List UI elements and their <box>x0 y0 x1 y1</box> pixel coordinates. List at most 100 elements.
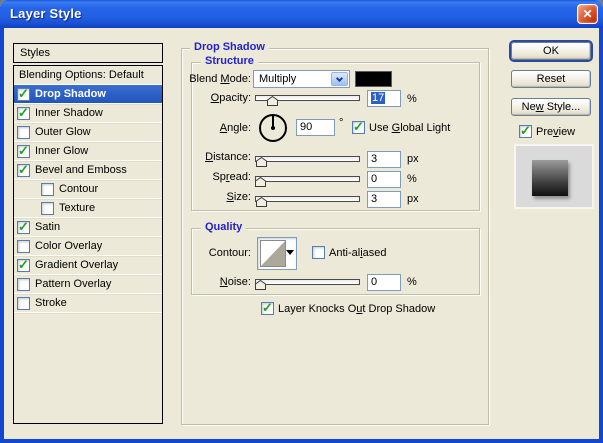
spread-slider-thumb[interactable] <box>255 176 266 187</box>
opacity-input[interactable]: 17 <box>367 90 401 107</box>
check-icon: ✓ <box>18 104 29 120</box>
outer-glow-checkbox[interactable] <box>17 125 30 139</box>
distance-input[interactable]: 3 <box>367 151 401 168</box>
window-border-bottom <box>0 439 603 443</box>
size-slider-thumb[interactable] <box>256 196 267 207</box>
window-title: Layer Style <box>10 6 82 21</box>
drop-shadow-group-label: Drop Shadow <box>190 41 269 53</box>
distance-slider-thumb[interactable] <box>256 156 267 167</box>
structure-group-label: Structure <box>201 55 258 67</box>
preview-label: Preview <box>536 126 576 138</box>
styles-panel-header: Styles <box>13 43 163 63</box>
preview-checkbox[interactable]: ✓ <box>519 123 532 138</box>
size-input[interactable]: 3 <box>367 191 401 208</box>
styles-list: Blending Options: Default ✓ Drop Shadow … <box>13 65 163 424</box>
styles-item-bevel-and-emboss[interactable]: ✓ Bevel and Emboss <box>14 161 162 180</box>
quality-group-label: Quality <box>201 221 247 233</box>
style-preview-swatch <box>532 160 568 196</box>
texture-checkbox[interactable] <box>41 201 54 215</box>
styles-item-pattern-overlay[interactable]: Pattern Overlay <box>14 275 162 294</box>
check-icon: ✓ <box>18 256 29 272</box>
styles-item-inner-shadow[interactable]: ✓ Inner Shadow <box>14 104 162 123</box>
styles-item-satin[interactable]: ✓ Satin <box>14 218 162 237</box>
use-global-light-label: Use Global Light <box>369 122 451 134</box>
stroke-checkbox[interactable] <box>17 296 30 310</box>
angle-unit: ° <box>339 117 344 129</box>
inner-shadow-checkbox[interactable]: ✓ <box>17 104 30 120</box>
blend-mode-select[interactable]: Multiply <box>253 70 350 88</box>
close-button[interactable]: ✕ <box>577 4 598 24</box>
use-global-light-checkbox[interactable]: ✓ <box>352 119 365 134</box>
new-style-button[interactable]: New Style... <box>511 98 591 116</box>
close-icon: ✕ <box>582 7 593 21</box>
color-overlay-checkbox[interactable] <box>17 239 30 253</box>
chevron-down-icon <box>335 74 344 83</box>
ok-button[interactable]: OK <box>511 42 591 60</box>
distance-unit: px <box>407 153 419 165</box>
chevron-down-icon <box>286 250 294 255</box>
anti-aliased-label: Anti-aliased <box>329 247 387 259</box>
noise-input[interactable]: 0 <box>367 274 401 291</box>
contour-thumbnail <box>260 240 286 267</box>
check-icon: ✓ <box>353 119 364 134</box>
noise-slider-track[interactable] <box>255 279 360 285</box>
styles-item-inner-glow[interactable]: ✓ Inner Glow <box>14 142 162 161</box>
anti-aliased-checkbox[interactable] <box>312 246 325 259</box>
drop-shadow-checkbox[interactable]: ✓ <box>17 85 30 101</box>
angle-label: Angle: <box>219 122 251 134</box>
check-icon: ✓ <box>18 161 29 177</box>
contour-picker-label: Contour: <box>208 247 251 259</box>
spread-unit: % <box>407 173 417 185</box>
styles-item-outer-glow[interactable]: Outer Glow <box>14 123 162 142</box>
noise-unit: % <box>407 276 417 288</box>
gradient-overlay-checkbox[interactable]: ✓ <box>17 256 30 272</box>
styles-item-texture[interactable]: Texture <box>14 199 162 218</box>
bevel-emboss-checkbox[interactable]: ✓ <box>17 161 30 177</box>
window-border-left <box>0 28 4 439</box>
styles-item-gradient-overlay[interactable]: ✓ Gradient Overlay <box>14 256 162 275</box>
linear-contour-icon <box>261 241 285 266</box>
check-icon: ✓ <box>520 123 531 138</box>
styles-item-contour[interactable]: Contour <box>14 180 162 199</box>
reset-button[interactable]: Reset <box>511 70 591 88</box>
styles-item-drop-shadow[interactable]: ✓ Drop Shadow <box>14 85 162 104</box>
style-preview <box>516 146 592 207</box>
size-unit: px <box>407 193 419 205</box>
inner-glow-checkbox[interactable]: ✓ <box>17 142 30 158</box>
styles-item-blending-options[interactable]: Blending Options: Default <box>14 66 162 85</box>
blend-mode-label: Blend Mode: <box>189 73 251 85</box>
noise-slider-thumb[interactable] <box>255 279 266 290</box>
styles-item-stroke[interactable]: Stroke <box>14 294 162 313</box>
angle-hub <box>271 126 275 130</box>
shadow-color-swatch[interactable] <box>355 71 392 87</box>
layer-knocks-out-checkbox[interactable]: ✓ <box>261 300 274 315</box>
angle-dial[interactable] <box>259 114 287 142</box>
distance-label: Distance: <box>205 151 251 163</box>
blend-mode-dropdown-button[interactable] <box>331 72 348 86</box>
contour-checkbox[interactable] <box>41 182 54 196</box>
spread-label: Spread: <box>212 171 251 183</box>
opacity-unit: % <box>407 93 417 105</box>
angle-input[interactable]: 90 <box>296 119 335 136</box>
spread-slider-track[interactable] <box>255 176 360 182</box>
check-icon: ✓ <box>18 218 29 234</box>
distance-slider-track[interactable] <box>255 156 360 162</box>
check-icon: ✓ <box>262 300 273 315</box>
pattern-overlay-checkbox[interactable] <box>17 277 30 291</box>
layer-knocks-out-label: Layer Knocks Out Drop Shadow <box>278 303 436 315</box>
styles-item-color-overlay[interactable]: Color Overlay <box>14 237 162 256</box>
spread-input[interactable]: 0 <box>367 171 401 188</box>
opacity-slider-thumb[interactable] <box>267 95 278 106</box>
check-icon: ✓ <box>18 142 29 158</box>
titlebar[interactable]: Layer Style ✕ <box>0 0 603 28</box>
satin-checkbox[interactable]: ✓ <box>17 218 30 234</box>
noise-label: Noise: <box>219 276 251 288</box>
layer-style-dialog: Layer Style ✕ Styles Blending Options: D… <box>0 0 603 443</box>
size-slider-track[interactable] <box>255 196 360 202</box>
check-icon: ✓ <box>18 85 29 101</box>
contour-picker[interactable] <box>257 237 297 270</box>
opacity-label: Opacity: <box>210 92 251 104</box>
blend-mode-value: Multiply <box>259 73 297 85</box>
size-label: Size: <box>226 191 251 203</box>
window-border-right <box>599 28 603 439</box>
